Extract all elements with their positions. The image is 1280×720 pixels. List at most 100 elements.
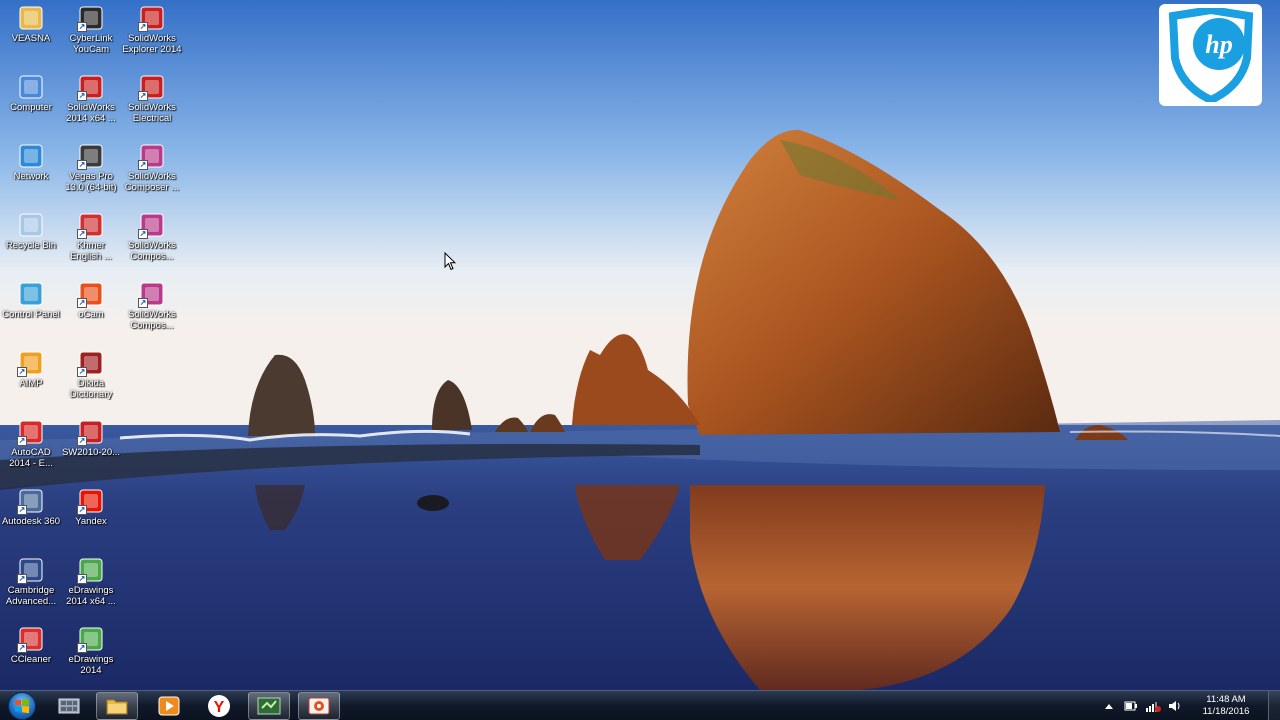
desktop-icon-label: Control Panel bbox=[2, 309, 60, 320]
desktop-icon-label: SolidWorks 2014 x64 ... bbox=[66, 102, 116, 124]
desktop-icon[interactable]: ↗ SolidWorks Compos... bbox=[121, 276, 183, 342]
desktop-icon[interactable]: ↗ Vegas Pro 13.0 (64-bit) bbox=[60, 138, 122, 204]
shortcut-arrow-icon: ↗ bbox=[138, 91, 148, 101]
desktop-icon[interactable]: ↗ AutoCAD 2014 - E... bbox=[0, 414, 62, 480]
solidworks-icon: ↗ bbox=[77, 74, 104, 101]
shortcut-arrow-icon: ↗ bbox=[77, 367, 87, 377]
desktop-icon[interactable]: ↗ AIMP bbox=[0, 345, 62, 411]
desktop-icon[interactable]: ↗ SW2010-20... bbox=[60, 414, 122, 480]
shortcut-arrow-icon: ↗ bbox=[77, 91, 87, 101]
svg-text:Y: Y bbox=[214, 699, 225, 716]
network-signal-icon[interactable] bbox=[1145, 698, 1161, 714]
shortcut-arrow-icon: ↗ bbox=[17, 436, 27, 446]
desktop-icon-label: Yandex bbox=[75, 516, 107, 527]
desktop-icon-grid: VEASNA Computer Network Recycle Bin Control … bbox=[0, 0, 190, 690]
yandex-icon: ↗ bbox=[77, 488, 104, 515]
taskbar-button-ocam[interactable] bbox=[298, 692, 340, 720]
desktop-icon[interactable]: ↗ Cambridge Advanced... bbox=[0, 552, 62, 618]
taskbar-button-yandex-browser[interactable]: Y bbox=[198, 692, 240, 720]
shortcut-arrow-icon: ↗ bbox=[77, 574, 87, 584]
start-button[interactable] bbox=[2, 691, 42, 720]
hp-logo-badge: hp bbox=[1159, 4, 1262, 106]
desktop-icon[interactable]: ↗ Dikida Dictionary bbox=[60, 345, 122, 411]
desktop-icon-label: AutoCAD 2014 - E... bbox=[9, 447, 53, 469]
desktop-icon[interactable]: ↗ eDrawings 2014 bbox=[60, 621, 122, 687]
desktop-icon-label: SolidWorks Compos... bbox=[128, 309, 176, 331]
desktop-icon-label: AIMP bbox=[19, 378, 43, 389]
taskbar-button-file-explorer[interactable] bbox=[96, 692, 138, 720]
clock-date: 11/18/2016 bbox=[1202, 706, 1250, 717]
shortcut-arrow-icon: ↗ bbox=[77, 160, 87, 170]
hp-shield-icon: hp bbox=[1168, 8, 1253, 102]
folder-icon bbox=[106, 699, 128, 715]
solidworks-composer-icon: ↗ bbox=[138, 281, 165, 308]
clock-time: 11:48 AM bbox=[1206, 694, 1246, 705]
shortcut-arrow-icon: ↗ bbox=[17, 367, 27, 377]
desktop-icon[interactable]: ↗ CyberLink YouCam bbox=[60, 0, 122, 66]
desktop-icon-label: CCleaner bbox=[10, 654, 52, 665]
solidworks-composer-icon: ↗ bbox=[138, 212, 165, 239]
desktop-icon[interactable]: ↗ SolidWorks 2014 x64 ... bbox=[60, 69, 122, 135]
taskbar-button-media-player[interactable] bbox=[148, 692, 190, 720]
desktop-icon-label: Recycle Bin bbox=[5, 240, 57, 251]
grid-icon bbox=[58, 698, 80, 714]
desktop-icon[interactable]: ↗ eDrawings 2014 x64 ... bbox=[60, 552, 122, 618]
desktop-icon[interactable]: ↗ SolidWorks Compos... bbox=[121, 207, 183, 273]
solidworks-electrical-icon: ↗ bbox=[138, 74, 165, 101]
shortcut-arrow-icon: ↗ bbox=[138, 229, 148, 239]
desktop-icon-label: SolidWorks Electrical bbox=[128, 102, 176, 124]
desktop-icon[interactable]: ↗ CCleaner bbox=[0, 621, 62, 687]
desktop-icon[interactable]: ↗ SolidWorks Composer ... bbox=[121, 138, 183, 204]
desktop-wallpaper bbox=[0, 0, 1280, 690]
desktop-icon-label: eDrawings 2014 x64 ... bbox=[66, 585, 116, 607]
control-panel-icon bbox=[18, 281, 44, 307]
desktop-icon[interactable]: Recycle Bin bbox=[0, 207, 62, 273]
taskbar: Y 11:48 AM 11/18/2016 bbox=[0, 690, 1280, 720]
windows-logo-icon bbox=[8, 692, 36, 720]
power-icon[interactable] bbox=[1123, 698, 1139, 714]
desktop-icon-label: Vegas Pro 13.0 (64-bit) bbox=[65, 171, 117, 193]
desktop-icon[interactable]: ↗ SolidWorks Explorer 2014 bbox=[121, 0, 183, 66]
yandex-icon: Y bbox=[208, 695, 230, 717]
taskbar-button-camtasia[interactable] bbox=[248, 692, 290, 720]
shortcut-arrow-icon: ↗ bbox=[77, 643, 87, 653]
ocam-icon: ↗ bbox=[77, 281, 104, 308]
computer-icon bbox=[18, 74, 44, 100]
volume-icon[interactable] bbox=[1167, 698, 1183, 714]
desktop-icon[interactable]: Control Panel bbox=[0, 276, 62, 342]
edrawings-icon: ↗ bbox=[77, 626, 104, 653]
desktop-icon[interactable]: ↗ SolidWorks Electrical bbox=[121, 69, 183, 135]
vegas-pro-icon: ↗ bbox=[77, 143, 104, 170]
desktop-icon-label: SolidWorks Composer ... bbox=[124, 171, 180, 193]
desktop-icon[interactable]: ↗ oCam bbox=[60, 276, 122, 342]
desktop-icon-label: SolidWorks Compos... bbox=[128, 240, 176, 262]
autodesk-360-icon: ↗ bbox=[17, 488, 44, 515]
ccleaner-icon: ↗ bbox=[17, 626, 44, 653]
desktop-icon-label: oCam bbox=[78, 309, 104, 320]
desktop-icon-label: Autodesk 360 bbox=[1, 516, 61, 527]
shortcut-arrow-icon: ↗ bbox=[17, 505, 27, 515]
shortcut-arrow-icon: ↗ bbox=[77, 22, 87, 32]
desktop-icon[interactable]: VEASNA bbox=[0, 0, 62, 66]
desktop-icon[interactable]: ↗ Yandex bbox=[60, 483, 122, 549]
autocad-icon: ↗ bbox=[17, 419, 44, 446]
shortcut-arrow-icon: ↗ bbox=[138, 22, 148, 32]
show-desktop-button[interactable] bbox=[1268, 691, 1280, 720]
desktop-icon-label: CyberLink YouCam bbox=[69, 33, 113, 55]
desktop-icon[interactable]: ↗ Autodesk 360 bbox=[0, 483, 62, 549]
taskbar-button-show-desktop-app[interactable] bbox=[48, 692, 90, 720]
ocam-icon bbox=[308, 697, 330, 715]
shortcut-arrow-icon: ↗ bbox=[17, 643, 27, 653]
desktop-icon[interactable]: Network bbox=[0, 138, 62, 204]
solidworks-explorer-icon: ↗ bbox=[138, 5, 165, 32]
youcam-icon: ↗ bbox=[77, 5, 104, 32]
show-hidden-icon[interactable] bbox=[1101, 698, 1117, 714]
mouse-cursor-icon bbox=[444, 252, 456, 271]
shortcut-arrow-icon: ↗ bbox=[77, 298, 87, 308]
desktop-icon[interactable]: ↗ Khmer English ... bbox=[60, 207, 122, 273]
taskbar-clock[interactable]: 11:48 AM 11/18/2016 bbox=[1190, 694, 1262, 718]
desktop-icon-label: SW2010-20... bbox=[61, 447, 121, 458]
desktop-icon-label: Computer bbox=[10, 102, 52, 113]
shortcut-arrow-icon: ↗ bbox=[17, 574, 27, 584]
desktop-icon[interactable]: Computer bbox=[0, 69, 62, 135]
